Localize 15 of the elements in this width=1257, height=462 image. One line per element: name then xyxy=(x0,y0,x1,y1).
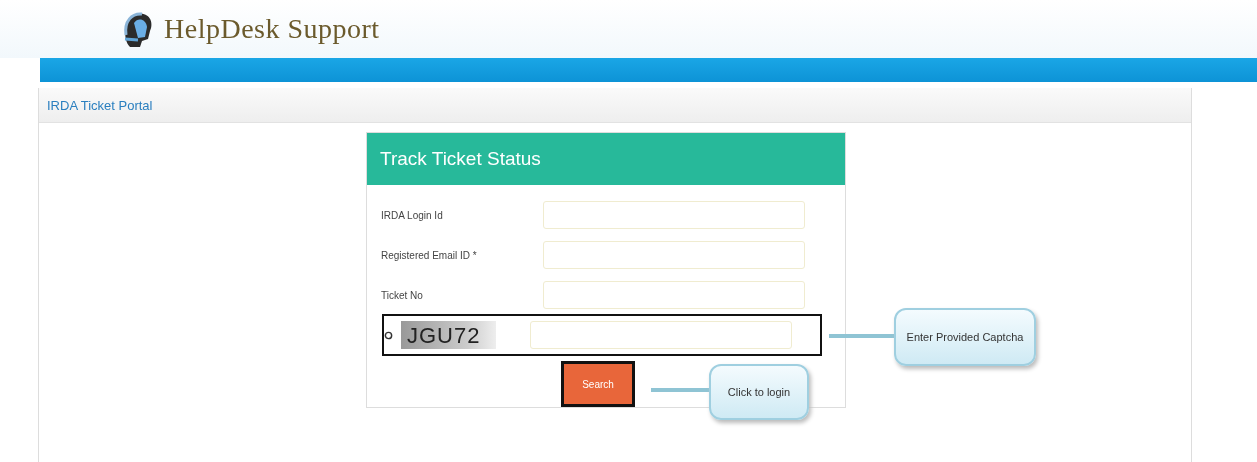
captcha-image: JGU72 xyxy=(401,321,497,349)
site-logo-text: HelpDesk Support xyxy=(164,13,380,45)
field-label: IRDA Login Id xyxy=(381,209,444,221)
breadcrumb-title[interactable]: IRDA Ticket Portal xyxy=(47,97,153,113)
callout-bubble: Enter Provided Captcha xyxy=(894,308,1036,366)
search-button[interactable]: Search xyxy=(564,364,632,404)
card-title: Track Ticket Status xyxy=(380,148,541,170)
field-label: Ticket No xyxy=(381,289,424,301)
captcha-input-field[interactable] xyxy=(530,321,792,349)
callout-bubble: Click to login xyxy=(709,364,809,420)
field-label: Registered Email ID * xyxy=(381,249,478,261)
input-field[interactable] xyxy=(543,281,805,309)
refresh-icon[interactable] xyxy=(384,330,393,340)
input-field[interactable] xyxy=(543,201,805,229)
input-field[interactable] xyxy=(543,241,805,269)
